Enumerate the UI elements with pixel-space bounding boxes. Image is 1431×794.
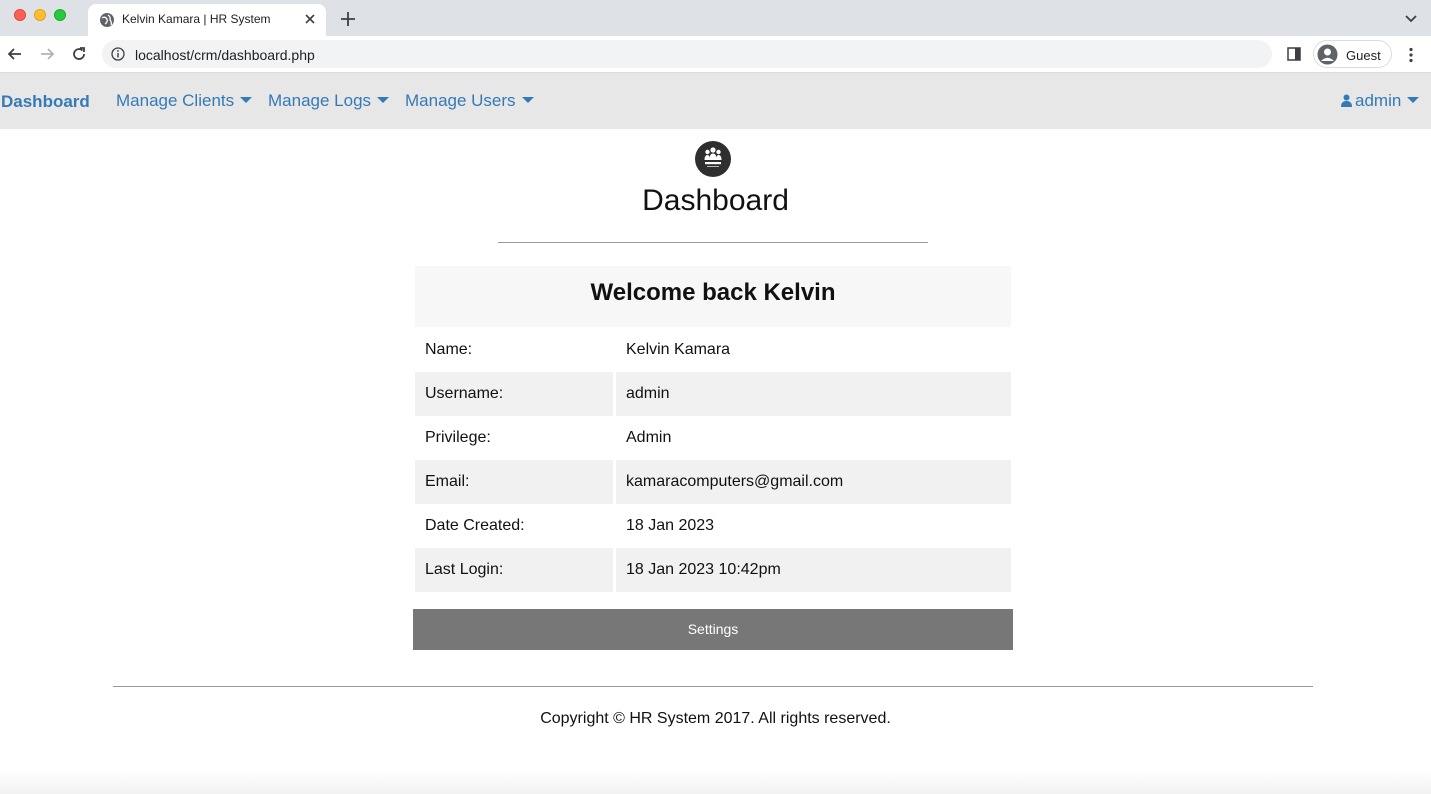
- globe-icon: [100, 13, 114, 27]
- row-value: kamaracomputers@gmail.com: [616, 460, 1011, 504]
- profile-name: Guest: [1346, 48, 1381, 63]
- row-value: Admin: [626, 429, 672, 446]
- nav-manage-logs[interactable]: Manage Logs: [268, 91, 390, 111]
- caret-down-icon: [240, 97, 253, 104]
- settings-button[interactable]: Settings: [413, 609, 1013, 650]
- table-row: Privilege: Admin: [415, 416, 1011, 460]
- row-label: Privilege:: [425, 429, 491, 446]
- info-icon[interactable]: [111, 47, 125, 61]
- chevron-down-icon[interactable]: [1403, 11, 1419, 27]
- row-value: Kelvin Kamara: [626, 340, 731, 358]
- close-icon[interactable]: [302, 11, 318, 27]
- profile-button[interactable]: Guest: [1313, 40, 1392, 68]
- window-zoom-button[interactable]: [54, 9, 66, 21]
- url-text: localhost/crm/dashboard.php: [135, 47, 315, 63]
- forward-arrow-icon[interactable]: [38, 45, 56, 63]
- footer-copyright: Copyright © HR System 2017. All rights r…: [540, 710, 891, 727]
- nav-manage-logs-label: Manage Logs: [268, 91, 372, 110]
- site-navbar: Dashboard Manage Clients Manage Logs Man…: [0, 73, 1431, 129]
- nav-manage-clients-label: Manage Clients: [116, 91, 235, 110]
- caret-down-icon: [377, 97, 390, 104]
- nav-manage-users-label: Manage Users: [405, 91, 516, 110]
- row-value: 18 Jan 2023 10:42pm: [616, 548, 1011, 592]
- table-row: Email: kamaracomputers@gmail.com: [415, 460, 1011, 504]
- user-menu[interactable]: admin: [1341, 91, 1420, 111]
- table-row: Name: Kelvin Kamara: [415, 327, 1011, 372]
- welcome-heading: Welcome back Kelvin: [415, 266, 1011, 327]
- plus-icon[interactable]: [339, 10, 357, 28]
- row-label: Last Login:: [415, 548, 613, 592]
- divider: [113, 686, 1313, 687]
- browser-tab-active[interactable]: Kelvin Kamara | HR System: [88, 4, 326, 36]
- row-value: admin: [616, 372, 1011, 416]
- profile-table: Name: Kelvin Kamara Username: admin Priv…: [415, 327, 1011, 592]
- reload-icon[interactable]: [70, 45, 88, 63]
- row-label: Date Created:: [425, 517, 525, 534]
- side-panel-icon[interactable]: [1286, 46, 1302, 62]
- user-menu-label: admin: [1355, 91, 1402, 110]
- browser-tab-strip: Kelvin Kamara | HR System: [0, 0, 1431, 36]
- navbar-brand-dashboard[interactable]: Dashboard: [1, 92, 90, 112]
- more-vertical-icon[interactable]: [1402, 46, 1420, 64]
- avatar-icon: [1317, 44, 1338, 65]
- row-value: 18 Jan 2023: [626, 517, 715, 534]
- table-row: Last Login: 18 Jan 2023 10:42pm: [415, 548, 1011, 592]
- caret-down-icon: [521, 97, 534, 104]
- table-row: Date Created: 18 Jan 2023: [415, 504, 1011, 548]
- row-label: Name:: [425, 340, 473, 358]
- page-title: Dashboard: [642, 184, 789, 217]
- tab-title: Kelvin Kamara | HR System: [122, 12, 271, 26]
- row-label: Email:: [415, 460, 613, 504]
- window-close-button[interactable]: [14, 9, 26, 21]
- hr-logo-icon: [695, 141, 731, 177]
- nav-manage-clients[interactable]: Manage Clients: [116, 91, 253, 111]
- back-arrow-icon[interactable]: [6, 45, 24, 63]
- table-row: Username: admin: [415, 372, 1011, 416]
- caret-down-icon: [1407, 97, 1420, 104]
- window-minimize-button[interactable]: [34, 9, 46, 21]
- row-label: Username:: [415, 372, 613, 416]
- browser-toolbar: localhost/crm/dashboard.php Guest: [0, 36, 1431, 73]
- nav-manage-users[interactable]: Manage Users: [405, 91, 534, 111]
- divider: [498, 242, 928, 243]
- profile-card: Welcome back Kelvin Name: Kelvin Kamara …: [415, 266, 1011, 592]
- address-bar[interactable]: localhost/crm/dashboard.php: [102, 40, 1272, 68]
- user-icon: [1341, 94, 1352, 107]
